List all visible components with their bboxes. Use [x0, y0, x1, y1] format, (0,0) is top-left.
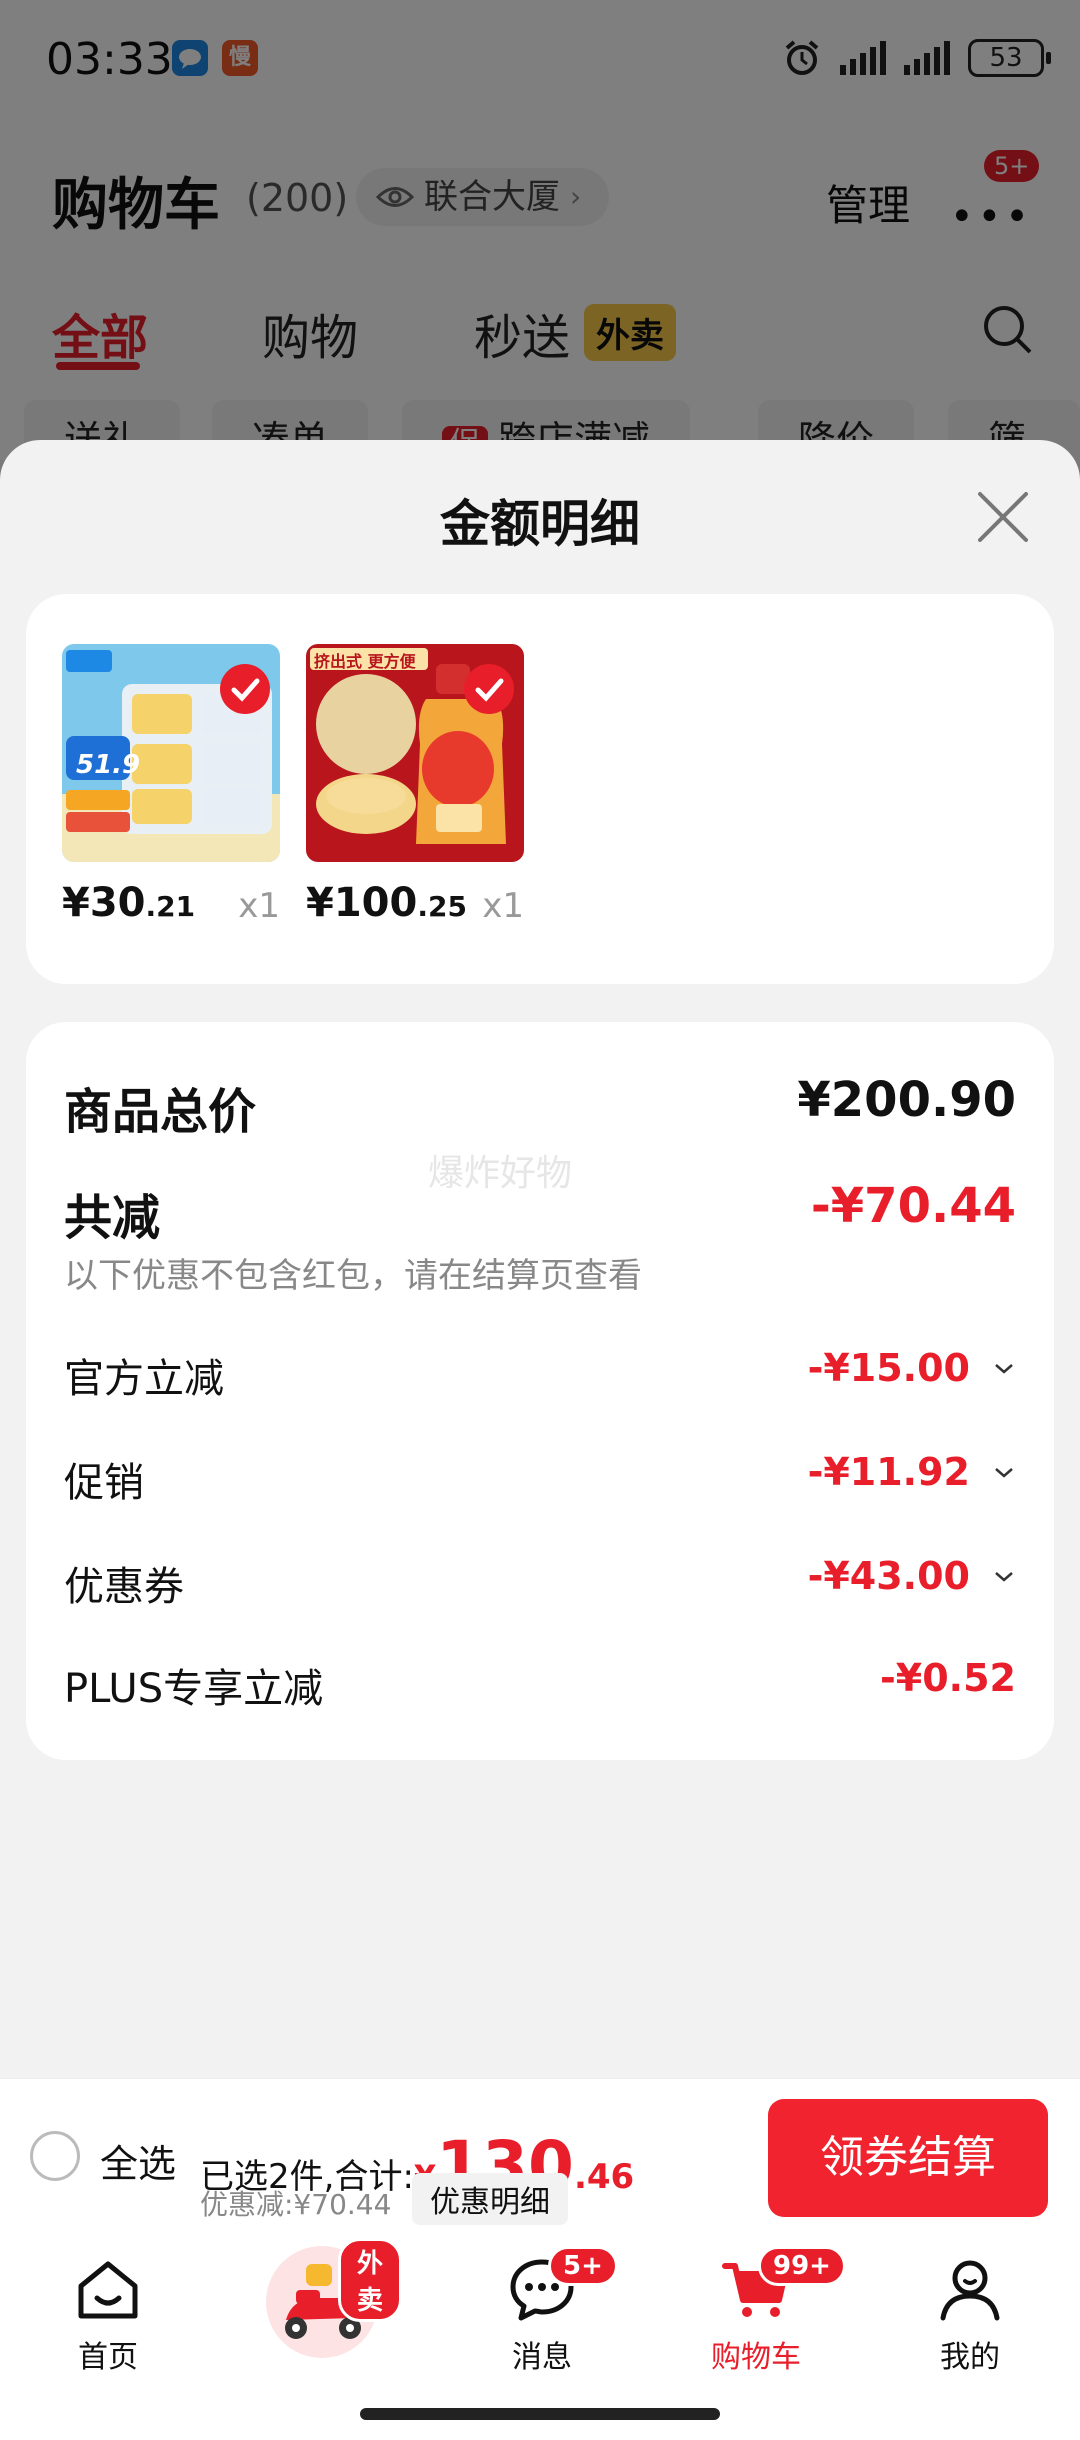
home-indicator	[360, 2408, 720, 2420]
discount-value: -¥43.00	[807, 1554, 970, 1598]
home-icon	[78, 2261, 138, 2319]
select-all-label[interactable]: 全选	[100, 2133, 176, 2188]
nav-waimai[interactable]: 外卖	[242, 2238, 402, 2362]
item-price: ¥30.21	[62, 880, 195, 926]
total-price-label: 商品总价	[64, 1084, 257, 1140]
reduce-row: 共减 -¥70.44	[64, 1178, 1016, 1246]
discount-label: 促销	[64, 1460, 144, 1506]
nav-cart[interactable]: 购物车 99+	[676, 2246, 846, 2376]
discount-label: PLUS专享立减	[64, 1666, 324, 1712]
discount-row-promotion[interactable]: 促销 -¥11.92	[64, 1450, 1016, 1506]
total-price-row: 商品总价 ¥200.90	[64, 1072, 1016, 1140]
reduce-label: 共减	[64, 1190, 161, 1246]
nav-label: 购物车	[711, 2340, 801, 2375]
nav-badge: 5+	[548, 2246, 618, 2286]
checkout-button[interactable]: 领券结算	[768, 2099, 1048, 2217]
items-card: 51.9 ¥30.21 x1 挤出式 更方便 ¥100.25 x1	[26, 594, 1054, 984]
item-price-decimal: .21	[145, 890, 196, 923]
product-tag: 挤出式 更方便	[314, 652, 416, 671]
item-quantity: x1	[482, 886, 524, 926]
nav-messages[interactable]: 消息 5+	[462, 2246, 622, 2376]
nav-label: 消息	[512, 2340, 572, 2375]
reduce-note: 以下优惠不包含红包，请在结算页查看	[64, 1256, 642, 1296]
user-icon	[940, 2260, 1000, 2321]
close-icon[interactable]	[972, 486, 1034, 548]
item-quantity: x1	[238, 886, 280, 926]
discount-summary: 优惠减:¥70.44	[200, 2188, 392, 2221]
item-price-main: ¥30	[62, 880, 146, 926]
discount-row-coupon[interactable]: 优惠券 -¥43.00	[64, 1554, 1016, 1610]
item-price: ¥100.25	[306, 880, 467, 926]
discount-value: -¥11.92	[807, 1450, 970, 1494]
item-price-decimal: .25	[417, 890, 467, 923]
total-price-value: ¥200.90	[797, 1072, 1016, 1128]
nav-label: 首页	[78, 2340, 138, 2375]
nav-profile[interactable]: 我的	[890, 2254, 1050, 2376]
chevron-down-icon	[995, 1468, 1013, 1478]
nav-label: 我的	[940, 2340, 1000, 2375]
nav-badge: 外卖	[338, 2238, 402, 2322]
chevron-down-icon	[995, 1364, 1013, 1374]
checkout-bar: 全选 已选2件,合计:¥130.46 优惠减:¥70.44 优惠明细 领券结算	[0, 2078, 1080, 2238]
discount-label: 优惠券	[64, 1564, 184, 1610]
nav-home[interactable]: 首页	[28, 2254, 188, 2376]
nav-badge: 99+	[758, 2246, 846, 2286]
discount-row-plus: PLUS专享立减 -¥0.52	[64, 1656, 1016, 1712]
checked-icon	[464, 664, 514, 714]
select-all-radio[interactable]	[30, 2131, 80, 2181]
chevron-down-icon	[995, 1572, 1013, 1582]
reduce-value: -¥70.44	[810, 1178, 1016, 1234]
checked-icon	[220, 664, 270, 714]
discount-value: -¥15.00	[807, 1346, 970, 1390]
discount-value: -¥0.52	[880, 1656, 1016, 1700]
sheet-title: 金额明细	[440, 495, 640, 553]
total-decimal: .46	[573, 2157, 635, 2197]
discount-label: 官方立减	[64, 1356, 224, 1402]
discount-row-official[interactable]: 官方立减 -¥15.00	[64, 1346, 1016, 1402]
item-price-main: ¥100	[306, 880, 418, 926]
product-tag: 51.9	[76, 750, 141, 780]
summary-card: 爆炸好物 商品总价 ¥200.90 共减 -¥70.44 以下优惠不包含红包，请…	[26, 1022, 1054, 1760]
discount-detail-button[interactable]: 优惠明细	[412, 2173, 568, 2225]
